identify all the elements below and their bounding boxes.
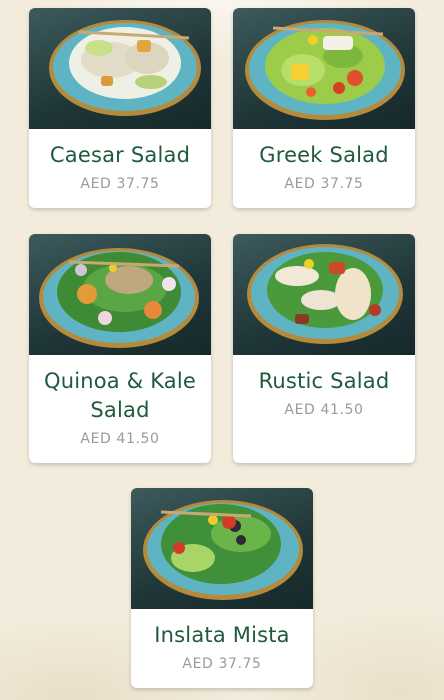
item-name: Inslata Mista <box>154 623 290 647</box>
item-price: AED 41.50 <box>80 431 160 447</box>
menu-card-greek-salad[interactable]: Greek Salad AED 37.75 <box>233 8 415 208</box>
rustic-salad-photo <box>233 234 415 355</box>
menu-card-rustic-salad[interactable]: Rustic Salad AED 41.50 <box>233 234 415 463</box>
inslata-mista-photo <box>131 488 313 609</box>
item-name: Quinoa & Kale Salad <box>43 369 197 422</box>
item-price: AED 41.50 <box>284 402 364 418</box>
menu-card-caesar-salad[interactable]: Caesar Salad AED 37.75 <box>29 8 211 208</box>
item-price: AED 37.75 <box>182 656 262 672</box>
menu-card-inslata-mista[interactable]: Inslata Mista AED 37.75 <box>131 488 313 688</box>
item-price: AED 37.75 <box>284 176 364 192</box>
item-name: Caesar Salad <box>49 143 191 167</box>
caesar-salad-photo <box>29 8 211 129</box>
quinoa-kale-salad-photo <box>29 234 211 355</box>
menu-card-quinoa-kale-salad[interactable]: Quinoa & Kale Salad AED 41.50 <box>29 234 211 463</box>
item-name: Greek Salad <box>259 143 389 167</box>
greek-salad-photo <box>233 8 415 129</box>
item-price: AED 37.75 <box>80 176 160 192</box>
item-name: Rustic Salad <box>258 369 390 393</box>
